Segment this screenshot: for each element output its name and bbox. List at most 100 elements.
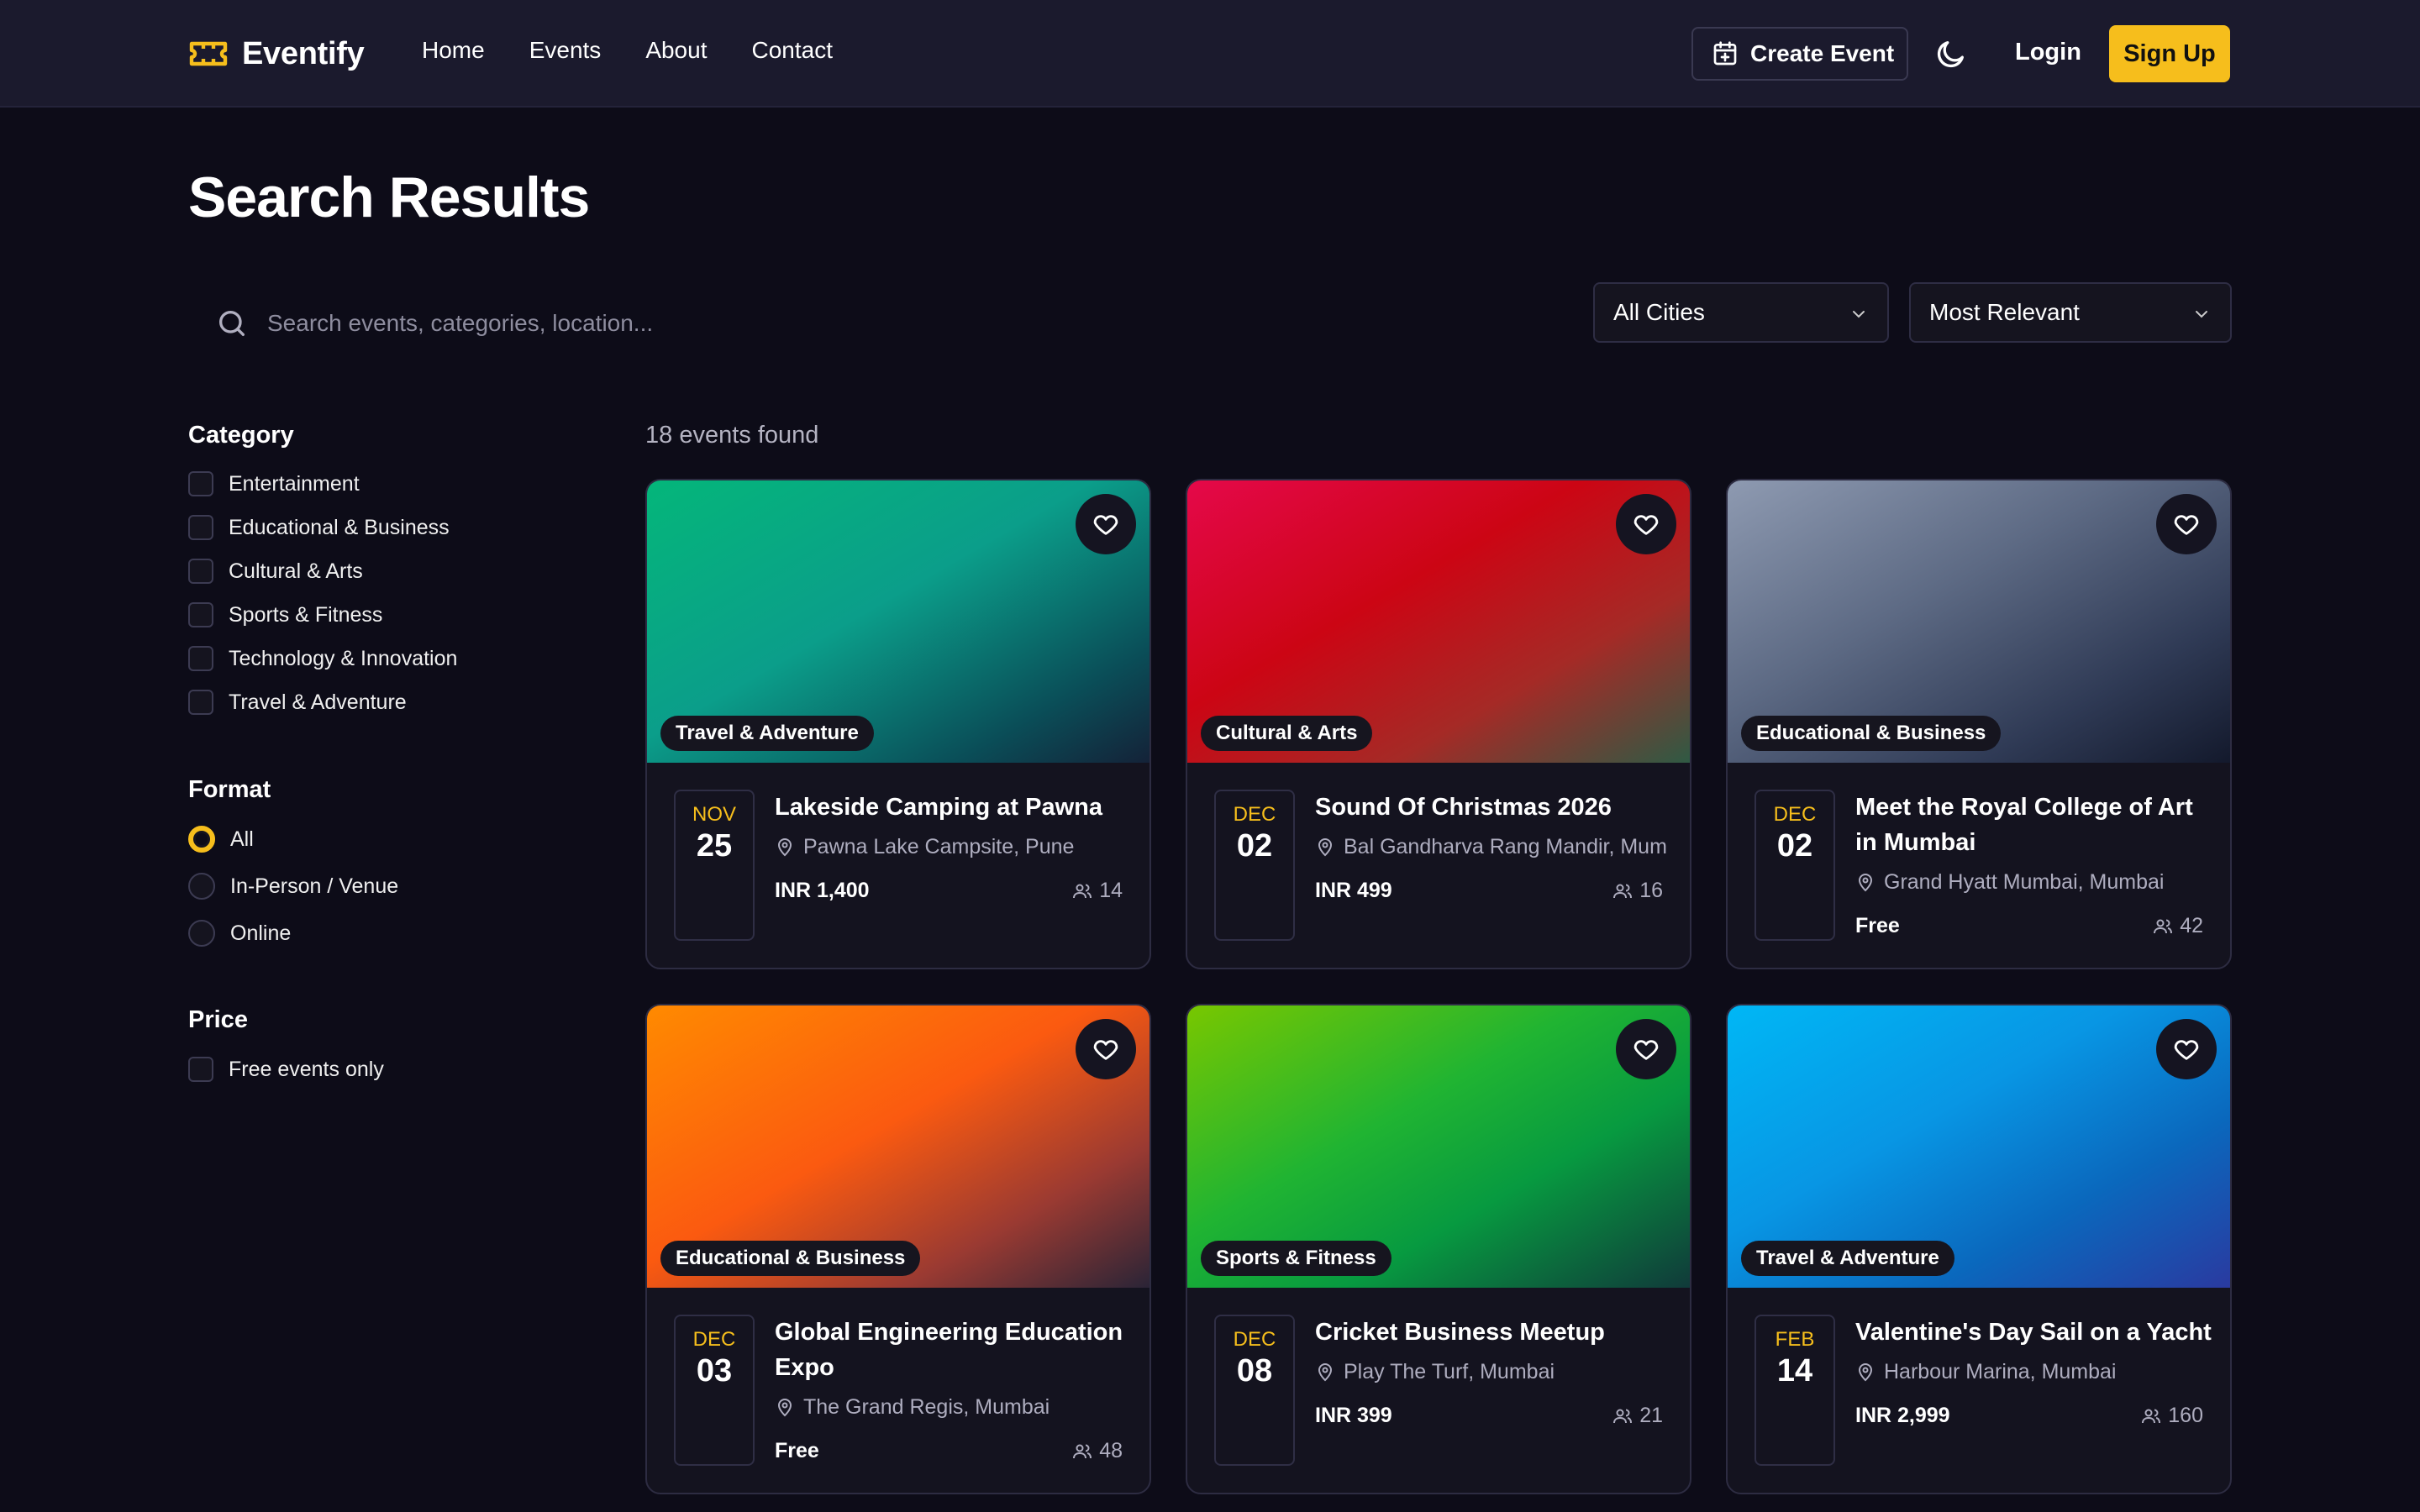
category-sports-fitness[interactable]: Sports & Fitness [188,602,382,627]
radio-selected[interactable] [188,826,215,853]
date-month: DEC [1233,803,1276,826]
search-input[interactable] [267,310,1528,337]
attendee-number: 21 [1639,1404,1663,1427]
favorite-button[interactable] [1076,494,1136,554]
date-month: DEC [1773,803,1817,826]
attendee-number: 48 [1099,1439,1123,1462]
results-count: 18 events found [645,422,819,449]
category-technology-innovation[interactable]: Technology & Innovation [188,646,457,671]
format-title: Format [188,776,271,803]
format-all[interactable]: All [188,826,254,853]
event-title: Meet the Royal College of Art in Mumbai [1855,794,2193,856]
category-tag: Travel & Adventure [1741,1241,1954,1276]
favorite-button[interactable] [1616,494,1676,554]
checkbox[interactable] [188,559,213,584]
attendee-number: 42 [2180,914,2203,937]
users-icon [1073,1444,1092,1458]
heart-icon [1093,515,1118,535]
event-price: Free [1855,914,1900,937]
event-card[interactable]: Travel & Adventure NOV 25 Lakeside Campin… [645,479,1151,969]
search-bar [188,286,1566,361]
category-tag: Educational & Business [1741,716,2002,751]
heart-icon [2174,515,2199,535]
checkbox[interactable] [188,602,213,627]
login-button[interactable]: Login [2015,39,2081,66]
moon-icon[interactable] [1934,37,1968,71]
format-label: In-Person / Venue [230,874,399,898]
nav-links: Home Events About Contact [422,37,877,64]
brand-name: Eventify [242,35,365,71]
search-icon [219,311,245,336]
category-cultural-arts[interactable]: Cultural & Arts [188,559,363,584]
calendar-plus-icon [1713,41,1737,66]
free-only-filter[interactable]: Free events only [188,1057,384,1082]
checkbox[interactable] [188,515,213,540]
date-badge: DEC 02 [1754,790,1835,941]
attendee-number: 14 [1099,879,1123,902]
map-pin-icon [1858,1362,1873,1381]
favorite-button[interactable] [2156,494,2217,554]
checkbox[interactable] [188,690,213,715]
event-title: Lakeside Camping at Pawna [775,794,1103,821]
city-select-value: All Cities [1613,299,1705,325]
attendee-number: 160 [2168,1404,2203,1427]
category-label: Sports & Fitness [229,602,383,627]
users-icon [2142,1409,2161,1423]
attendee-count: 16 [1612,879,1663,903]
create-event-button[interactable]: Create Event [1691,27,1908,81]
category-entertainment[interactable]: Entertainment [188,471,360,496]
brand-logo[interactable]: Eventify [188,30,365,77]
category-tag: Educational & Business [660,1241,921,1276]
format-online[interactable]: Online [188,920,291,947]
users-icon [1613,884,1633,898]
event-card[interactable]: Cultural & Arts DEC 02 Sound Of Christmas… [1186,479,1691,969]
radio[interactable] [188,920,215,947]
checkbox[interactable] [188,1057,213,1082]
category-label: Entertainment [229,471,360,496]
favorite-button[interactable] [1616,1019,1676,1079]
event-card[interactable]: Travel & Adventure FEB 14 Valentine's Day… [1726,1004,2232,1494]
checkbox[interactable] [188,471,213,496]
event-title: Sound Of Christmas 2026 [1315,794,1612,821]
attendee-number: 16 [1639,879,1663,902]
event-location: Pawna Lake Campsite, Pune [775,835,1144,859]
category-label: Travel & Adventure [229,690,407,714]
page-title: Search Results [188,165,590,229]
event-card[interactable]: Educational & Business DEC 03 Global Engi… [645,1004,1151,1494]
nav-contact[interactable]: Contact [751,37,833,64]
nav-events[interactable]: Events [529,37,602,64]
event-card[interactable]: Educational & Business DEC 02 Meet the Ro… [1726,479,2232,969]
location-text: Pawna Lake Campsite, Pune [803,835,1075,858]
category-travel-adventure[interactable]: Travel & Adventure [188,690,407,715]
map-pin-icon [1318,1362,1333,1381]
nav-home[interactable]: Home [422,37,485,64]
city-select[interactable]: All Cities [1593,282,1889,343]
signup-button[interactable]: Sign Up [2109,25,2230,82]
favorite-button[interactable] [1076,1019,1136,1079]
users-icon [2154,919,2173,933]
map-pin-icon [777,837,792,856]
users-icon [1073,884,1092,898]
event-title: Valentine's Day Sail on a Yacht [1855,1319,2212,1346]
date-day: 02 [1776,828,1813,864]
attendee-count: 48 [1072,1439,1123,1463]
event-price: Free [775,1439,819,1462]
format-label: All [230,827,254,851]
category-educational-business[interactable]: Educational & Business [188,515,450,540]
date-badge: FEB 14 [1754,1315,1835,1466]
category-tag: Cultural & Arts [1201,716,1373,751]
radio[interactable] [188,873,215,900]
event-title: Cricket Business Meetup [1315,1319,1605,1346]
chevron-down-icon [2196,311,2207,318]
nav-about[interactable]: About [645,37,707,64]
top-nav: Eventify Home Events About Contact Creat… [0,0,2420,108]
event-price: INR 2,999 [1855,1404,1950,1427]
location-text: Harbour Marina, Mumbai [1884,1360,2117,1383]
date-month: NOV [692,803,736,826]
favorite-button[interactable] [2156,1019,2217,1079]
format-in-person[interactable]: In-Person / Venue [188,873,398,900]
sort-select[interactable]: Most Relevant [1909,282,2232,343]
category-label: Educational & Business [229,515,450,539]
event-card[interactable]: Sports & Fitness DEC 08 Cricket Business … [1186,1004,1691,1494]
checkbox[interactable] [188,646,213,671]
